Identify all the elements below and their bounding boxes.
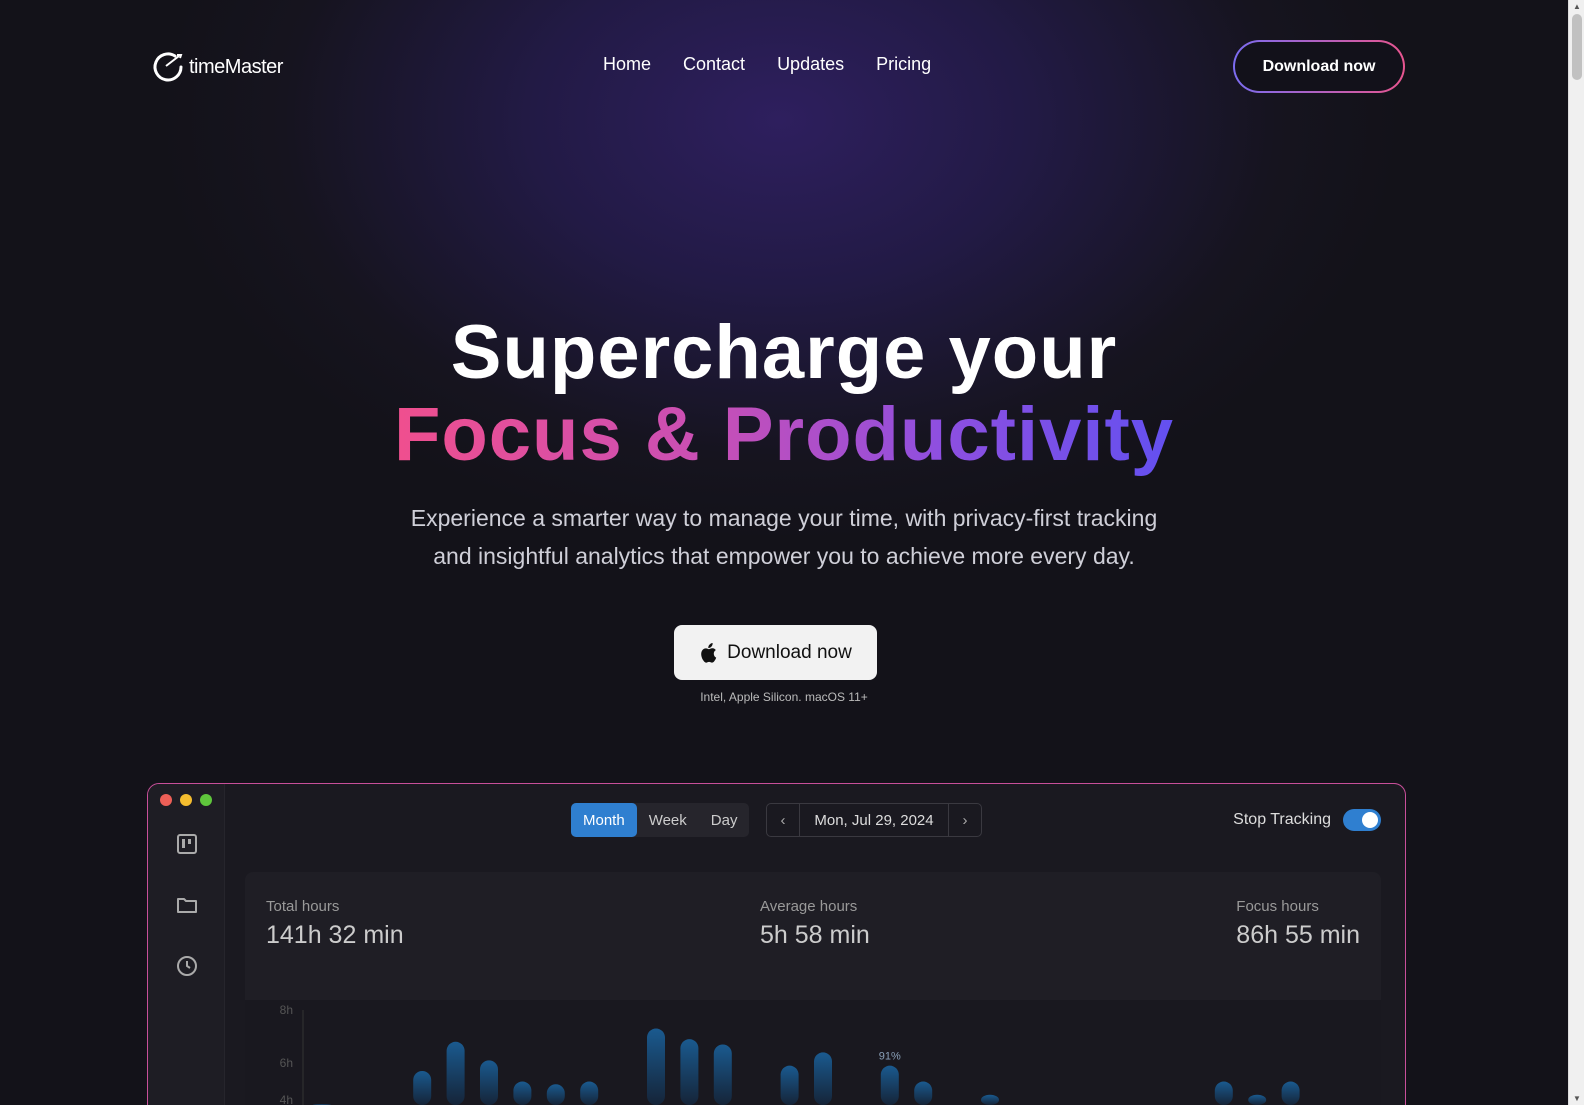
tab-week[interactable]: Week <box>637 803 699 837</box>
cta-label: Download now <box>727 641 852 663</box>
stat-label: Focus hours <box>1236 898 1319 915</box>
hero-subtitle-1: Experience a smarter way to manage your … <box>410 505 1158 531</box>
date-navigator: ‹ Mon, Jul 29, 2024 › <box>766 803 982 837</box>
hero-title-line2: Focus & Productivity <box>393 392 1175 477</box>
app-sidebar <box>148 784 225 1105</box>
chevron-right-icon[interactable]: › <box>949 804 981 836</box>
chart-bar[interactable] <box>814 1052 832 1105</box>
y-tick-label: 6h <box>280 1056 293 1070</box>
chart-bar[interactable] <box>981 1094 999 1105</box>
stat-label: Average hours <box>760 898 858 915</box>
hero-title-line1: Supercharge your <box>450 310 1118 395</box>
stats-panel: Total hours 141h 32 min Average hours 5h 5… <box>245 872 1381 1105</box>
app-preview-window: Month Week Day ‹ Mon, Jul 29, 2024 › Sto… <box>147 783 1406 1105</box>
nav-pricing[interactable]: Pricing <box>876 54 931 75</box>
brand-logo[interactable]: timeMaster <box>151 50 283 84</box>
brand-name: timeMaster <box>189 55 283 78</box>
stat-value: 5h 58 min <box>760 921 870 949</box>
chart-bar[interactable] <box>446 1041 465 1105</box>
bar-data-label: 91% <box>879 1051 901 1063</box>
chart-bar[interactable] <box>480 1060 498 1105</box>
nav-home[interactable]: Home <box>603 54 651 75</box>
nav-contact[interactable]: Contact <box>683 54 745 75</box>
download-now-nav-button[interactable]: Download now <box>1233 40 1405 93</box>
hero-subtitle-2: and insightful analytics that empower yo… <box>433 543 1135 569</box>
tracking-label: Stop Tracking <box>1233 811 1331 828</box>
chart-bar[interactable] <box>1214 1081 1233 1105</box>
stat-label: Total hours <box>266 898 340 915</box>
stat-value: 141h 32 min <box>266 921 404 949</box>
chart-bar[interactable] <box>680 1039 699 1105</box>
board-icon[interactable] <box>175 832 199 856</box>
chart-bar[interactable] <box>1281 1081 1300 1105</box>
view-switcher: Month Week Day <box>571 803 750 837</box>
chart-bar[interactable] <box>513 1081 532 1105</box>
chart-bar[interactable] <box>880 1065 899 1105</box>
minimize-window-dot[interactable] <box>180 794 192 806</box>
top-nav: timeMaster Home Contact Updates Pricing … <box>0 0 1568 130</box>
clock-icon[interactable] <box>175 954 199 978</box>
chart-bar[interactable] <box>1248 1094 1267 1105</box>
tab-day[interactable]: Day <box>699 803 750 837</box>
nav-updates[interactable]: Updates <box>777 54 844 75</box>
y-tick-label: 8h <box>280 1003 293 1017</box>
chart-bar[interactable] <box>546 1084 565 1105</box>
platform-note: Intel, Apple Silicon. macOS 11+ <box>700 690 868 704</box>
hours-bar-chart: 8h 6h 4h 91% <box>245 1000 1381 1105</box>
maximize-window-dot[interactable] <box>200 794 212 806</box>
download-label: Download now <box>1235 42 1403 91</box>
stat-value: 86h 55 min <box>1236 921 1360 949</box>
current-date[interactable]: Mon, Jul 29, 2024 <box>799 804 949 836</box>
folder-icon[interactable] <box>175 893 199 917</box>
y-tick-label: 4h <box>280 1093 293 1105</box>
tab-month[interactable]: Month <box>571 803 637 837</box>
chevron-left-icon[interactable]: ‹ <box>767 804 799 836</box>
chart-bar[interactable] <box>647 1028 665 1105</box>
chart-bar[interactable] <box>713 1044 732 1105</box>
chart-bar[interactable] <box>780 1065 799 1105</box>
scrollbar-thumb[interactable] <box>1572 14 1582 80</box>
close-window-dot[interactable] <box>160 794 172 806</box>
chart-bar[interactable] <box>413 1070 432 1105</box>
clock-logo-icon <box>153 52 183 82</box>
chart-bar[interactable] <box>914 1081 933 1105</box>
tracking-toggle[interactable] <box>1343 809 1381 831</box>
apple-icon <box>701 642 717 663</box>
chart-bar[interactable] <box>580 1081 599 1105</box>
download-now-button[interactable]: Download now <box>674 625 877 680</box>
page-scrollbar[interactable]: ▲ ▼ <box>1568 0 1584 1105</box>
